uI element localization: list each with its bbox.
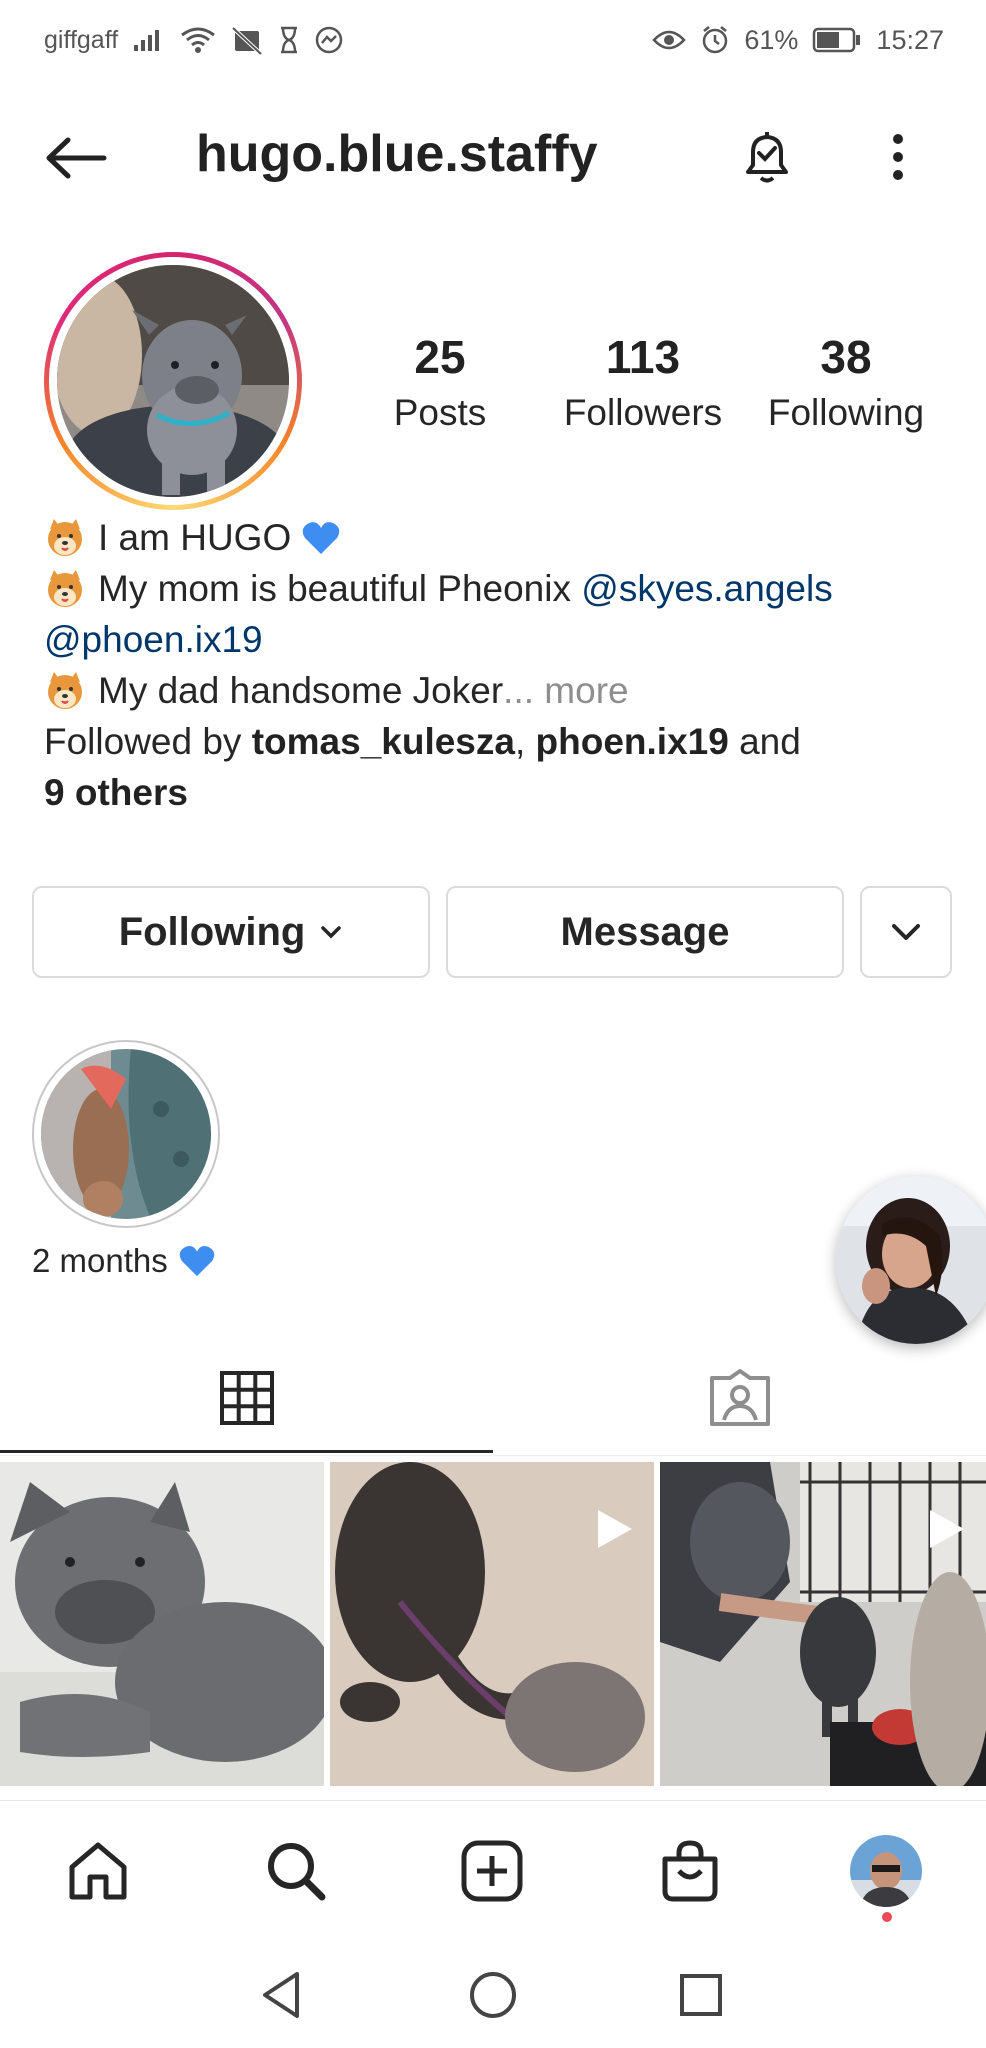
bio-line-4: My dad handsome Joker... more xyxy=(44,665,944,716)
video-play-icon xyxy=(930,1510,964,1548)
back-arrow-icon xyxy=(46,137,107,179)
blue-heart-icon xyxy=(303,521,340,554)
followed-by-line-2[interactable]: 9 others xyxy=(44,767,944,818)
message-button-label: Message xyxy=(560,909,730,954)
clock-time: 15:27 xyxy=(876,24,944,55)
nav-new-post[interactable] xyxy=(452,1831,532,1911)
story-highlight[interactable]: 2 months xyxy=(32,1040,220,1280)
signal-icon xyxy=(132,27,166,53)
bio-text-2: My mom is beautiful Pheonix xyxy=(98,568,571,609)
grid-post-3[interactable] xyxy=(660,1462,986,1786)
bio-text-4: My dad handsome Joker xyxy=(98,670,504,711)
tab-tagged[interactable] xyxy=(493,1340,986,1456)
nav-profile[interactable] xyxy=(846,1831,926,1911)
alarm-icon xyxy=(700,25,730,55)
home-icon xyxy=(69,1842,127,1900)
back-button[interactable] xyxy=(42,130,110,186)
dog-face-emoji-icon xyxy=(48,518,82,556)
followers-stat[interactable]: 113 Followers xyxy=(543,330,743,434)
bottom-navigation xyxy=(0,1800,986,1930)
bio-more-link[interactable]: ... more xyxy=(503,665,628,716)
following-button[interactable]: Following xyxy=(32,886,430,978)
system-recents-button[interactable] xyxy=(674,1968,728,2022)
profile-header: hugo.blue.staffy xyxy=(0,100,986,212)
following-button-label: Following xyxy=(118,909,306,954)
dog-face-emoji-icon xyxy=(48,569,82,607)
bell-check-icon xyxy=(746,132,788,183)
recents-square-icon xyxy=(680,1974,722,2016)
followed-and: and xyxy=(739,721,801,762)
bio-line-2: My mom is beautiful Pheonix @skyes.angel… xyxy=(44,563,944,614)
video-play-icon xyxy=(598,1510,632,1548)
mention-phoen-ix19[interactable]: @phoen.ix19 xyxy=(44,614,263,665)
bio-text-1: I am HUGO xyxy=(98,517,292,558)
shop-icon xyxy=(662,1840,718,1902)
profile-avatar-small xyxy=(850,1835,922,1907)
following-stat[interactable]: 38 Following xyxy=(746,330,946,434)
grid-post-2[interactable] xyxy=(330,1462,654,1786)
highlight-label: 2 months xyxy=(32,1242,220,1280)
back-triangle-icon xyxy=(263,1972,299,2018)
posts-count: 25 xyxy=(414,331,466,383)
profile-avatar-story-ring[interactable] xyxy=(44,252,302,510)
battery-percent: 61% xyxy=(744,24,799,55)
notifications-button[interactable] xyxy=(736,126,798,188)
hourglass-icon xyxy=(278,26,300,54)
grid-icon xyxy=(219,1371,274,1425)
chevron-down-icon xyxy=(892,924,920,940)
chevron-down-icon xyxy=(321,926,342,939)
no-sim-icon xyxy=(230,25,264,55)
grid-post-1[interactable] xyxy=(0,1462,324,1786)
status-bar: giffgaff 61% 15:27 xyxy=(0,0,986,80)
nav-search[interactable] xyxy=(256,1831,336,1911)
mention-skyes-angels[interactable]: @skyes.angels xyxy=(581,563,832,614)
following-label: Following xyxy=(767,392,925,433)
message-button[interactable]: Message xyxy=(446,886,844,978)
followed-others: 9 others xyxy=(44,772,188,813)
profile-content-tabs xyxy=(0,1340,986,1456)
followed-user-1: tomas_kulesza xyxy=(251,721,515,762)
bio-line-3: @phoen.ix19 xyxy=(44,614,944,665)
followed-by-line[interactable]: Followed by tomas_kulesza, phoen.ix19 an… xyxy=(44,716,944,767)
profile-bio: I am HUGO My mom is beautiful Pheonix @s… xyxy=(44,512,944,818)
following-count: 38 xyxy=(820,331,872,383)
nav-shop[interactable] xyxy=(650,1831,730,1911)
followed-separator: , xyxy=(514,721,526,762)
posts-stat[interactable]: 25 Posts xyxy=(340,330,540,434)
dog-face-emoji-icon xyxy=(48,671,82,709)
wifi-icon xyxy=(180,26,216,54)
floating-chat-head[interactable] xyxy=(836,1176,986,1344)
bio-line-1: I am HUGO xyxy=(44,512,944,563)
posts-label: Posts xyxy=(393,392,487,433)
new-post-icon xyxy=(461,1840,523,1902)
highlight-label-text: 2 months xyxy=(32,1242,168,1279)
more-options-button[interactable] xyxy=(868,126,928,188)
highlight-cover-image xyxy=(41,1049,211,1219)
followed-user-2: phoen.ix19 xyxy=(535,721,729,762)
followers-label: Followers xyxy=(563,392,723,433)
tab-posts-grid[interactable] xyxy=(0,1340,493,1456)
system-home-button[interactable] xyxy=(466,1968,520,2022)
followers-count: 113 xyxy=(605,331,681,383)
system-back-button[interactable] xyxy=(254,1968,308,2022)
blue-heart-icon xyxy=(179,1246,214,1277)
nav-home[interactable] xyxy=(58,1831,138,1911)
active-tab-indicator xyxy=(0,1450,493,1453)
suggested-accounts-button[interactable] xyxy=(860,886,952,978)
search-icon xyxy=(268,1843,326,1901)
notification-dot xyxy=(882,1912,892,1922)
system-navigation-bar xyxy=(0,1930,986,2048)
more-vertical-icon xyxy=(893,134,903,180)
battery-icon xyxy=(812,27,862,53)
eye-icon xyxy=(652,28,687,52)
messenger-icon xyxy=(314,25,344,55)
tagged-icon xyxy=(709,1369,770,1426)
profile-username: hugo.blue.staffy xyxy=(196,125,598,183)
followed-by-prefix: Followed by xyxy=(44,721,242,762)
carrier-label: giffgaff xyxy=(44,25,119,54)
profile-avatar xyxy=(57,265,289,497)
home-circle-icon xyxy=(470,1972,516,2018)
